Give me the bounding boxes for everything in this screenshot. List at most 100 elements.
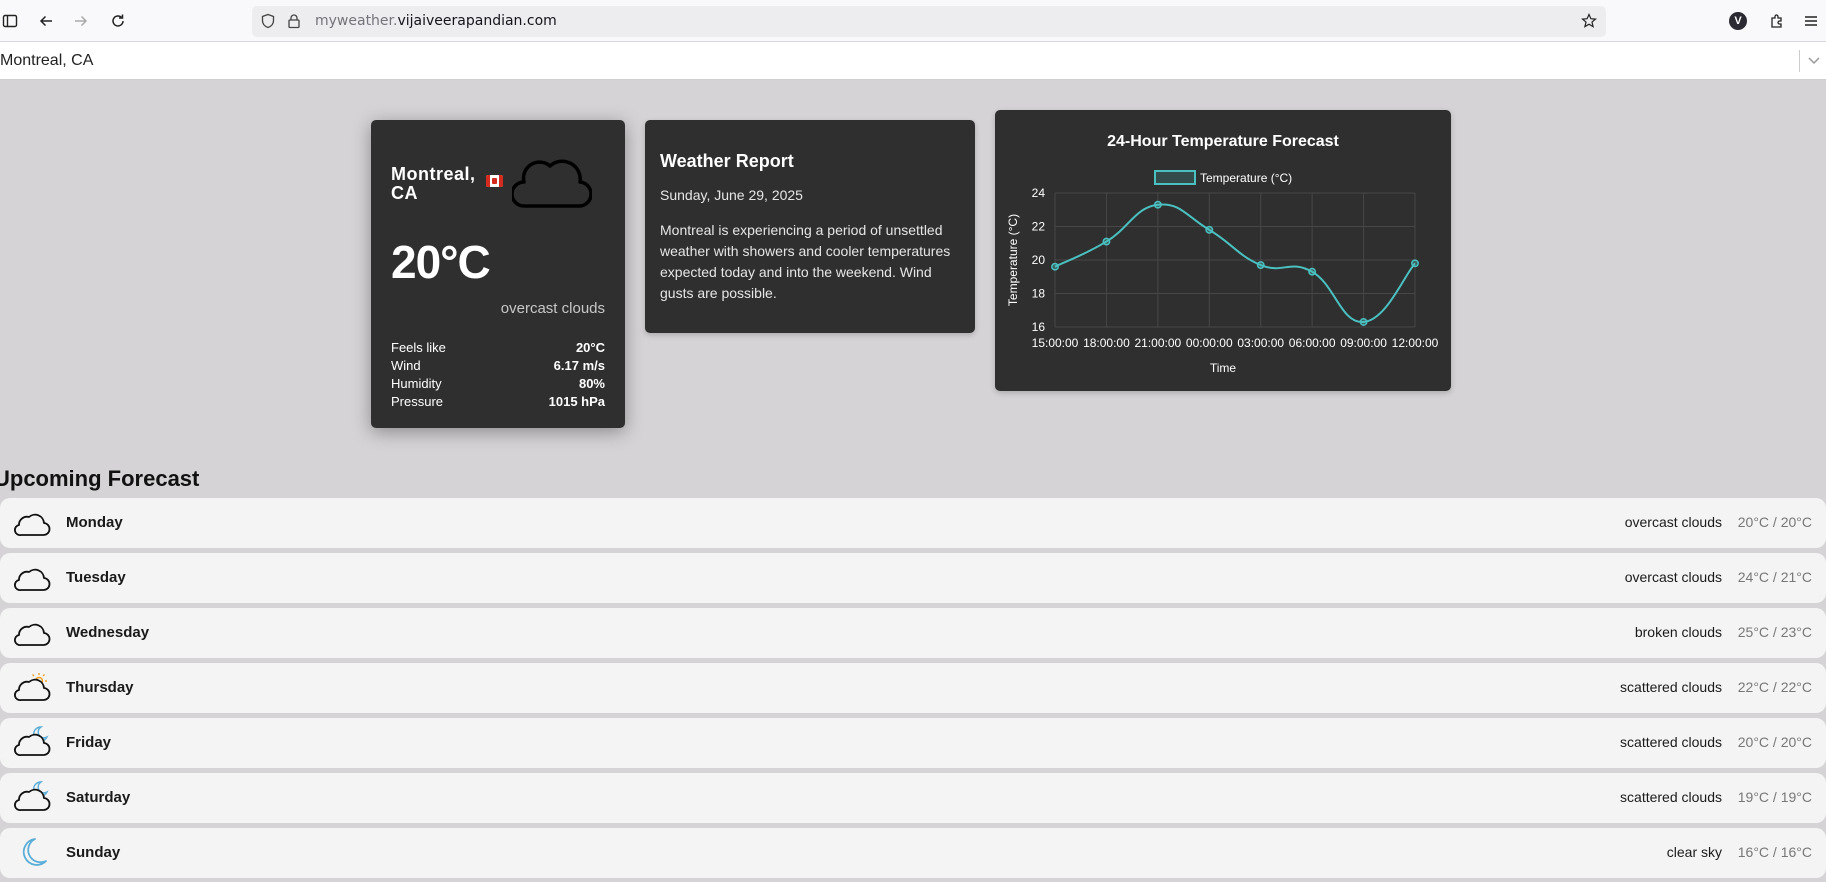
forecast-row-thursday[interactable]: Thursday scattered clouds 22°C / 22°C [0, 663, 1826, 713]
reload-icon[interactable] [106, 9, 130, 33]
forecast-day: Sunday [66, 844, 121, 861]
cloud-icon [13, 559, 51, 597]
stat-feels-like: Feels like 20°C [391, 340, 605, 358]
stat-value: 1015 hPa [548, 394, 605, 409]
data-point [1051, 262, 1059, 271]
stat-wind: Wind 6.17 m/s [391, 358, 605, 376]
current-city: Montreal, CA [391, 165, 491, 203]
stat-humidity: Humidity 80% [391, 376, 605, 394]
moon-icon [13, 834, 51, 872]
select-separator [1799, 50, 1800, 72]
menu-icon[interactable] [1799, 9, 1823, 33]
data-point [1308, 267, 1317, 276]
stat-label: Pressure [391, 394, 444, 409]
cloud-icon [13, 614, 51, 652]
canada-flag-icon [486, 175, 503, 187]
report-date: Sunday, June 29, 2025 [660, 187, 803, 203]
series-line [1054, 203, 1416, 323]
y-tick-label: 24 [1032, 186, 1046, 200]
legend-swatch [1154, 170, 1196, 185]
forecast-condition: scattered clouds [1620, 679, 1722, 695]
url-text: myweather.vijaiveerapandian.com [315, 13, 557, 29]
sidebar-toggle-icon[interactable] [0, 9, 22, 33]
forecast-day: Monday [66, 514, 123, 531]
cloud-icon [13, 504, 51, 542]
forecast-condition: scattered clouds [1620, 734, 1722, 750]
forecast-condition: clear sky [1666, 844, 1722, 860]
current-temperature: 20°C [391, 236, 491, 288]
extensions-icon[interactable] [1765, 9, 1789, 33]
forecast-condition: overcast clouds [1624, 514, 1722, 530]
data-point [1102, 237, 1111, 246]
forecast-temp-range: 24°C / 21°C [1737, 569, 1812, 585]
current-weather-card: Montreal, CA 20°C overcast clouds Feels … [371, 120, 625, 428]
forecast-temp-range: 22°C / 22°C [1737, 679, 1812, 695]
forecast-temp-range: 20°C / 20°C [1737, 734, 1812, 750]
data-point [1359, 318, 1368, 326]
report-title: Weather Report [660, 151, 794, 171]
forecast-condition: scattered clouds [1620, 789, 1722, 805]
legend-label: Temperature (°C) [1200, 171, 1292, 185]
temperature-chart-card: 24-Hour Temperature Forecast Temperature … [995, 110, 1451, 391]
forecast-temp-range: 19°C / 19°C [1737, 789, 1812, 805]
forecast-row-wednesday[interactable]: Wednesday broken clouds 25°C / 23°C [0, 608, 1826, 658]
data-point [1256, 261, 1265, 269]
y-tick-label: 20 [1032, 253, 1046, 267]
forecast-day: Tuesday [66, 569, 126, 586]
profile-avatar[interactable]: V [1729, 12, 1747, 30]
upcoming-forecast-title: Upcoming Forecast [0, 466, 200, 491]
x-tick-label: 18:00:00 [1083, 336, 1130, 350]
forecast-row-sunday[interactable]: Sunday clear sky 16°C / 16°C [0, 828, 1826, 878]
forecast-row-saturday[interactable]: Saturday scattered clouds 19°C / 19°C [0, 773, 1826, 823]
url-bar[interactable]: myweather.vijaiveerapandian.com [252, 6, 1606, 37]
forward-icon[interactable] [69, 9, 93, 33]
data-point [1205, 225, 1214, 234]
x-tick-label: 21:00:00 [1134, 336, 1181, 350]
forecast-day: Wednesday [66, 624, 150, 641]
forecast-row-tuesday[interactable]: Tuesday overcast clouds 24°C / 21°C [0, 553, 1826, 603]
cloud-moon-icon [13, 724, 51, 762]
lock-icon[interactable] [282, 9, 306, 33]
x-tick-label: 03:00:00 [1237, 336, 1284, 350]
forecast-day: Thursday [66, 679, 134, 696]
x-tick-label: 09:00:00 [1340, 336, 1387, 350]
data-point [1411, 259, 1419, 268]
stat-label: Feels like [391, 340, 446, 355]
chart-title: 24-Hour Temperature Forecast [1107, 133, 1339, 150]
forecast-condition: overcast clouds [1624, 569, 1722, 585]
x-tick-label: 12:00:00 [1392, 336, 1439, 350]
forecast-temp-range: 16°C / 16°C [1737, 844, 1812, 860]
stat-value: 6.17 m/s [553, 358, 605, 373]
cloud-icon [510, 156, 593, 215]
shield-icon[interactable] [256, 9, 280, 33]
cloud-moon-icon [13, 779, 51, 817]
forecast-row-friday[interactable]: Friday scattered clouds 20°C / 20°C [0, 718, 1826, 768]
y-tick-label: 16 [1032, 320, 1046, 334]
y-axis-label: Temperature (°C) [1006, 214, 1020, 306]
forecast-condition: broken clouds [1634, 624, 1722, 640]
stat-label: Wind [391, 358, 421, 373]
current-description: overcast clouds [500, 300, 605, 317]
y-tick-label: 22 [1032, 220, 1046, 234]
forecast-row-monday[interactable]: Monday overcast clouds 20°C / 20°C [0, 498, 1826, 548]
forecast-temp-range: 25°C / 23°C [1737, 624, 1812, 640]
x-tick-label: 15:00:00 [1032, 336, 1079, 350]
report-body: Montreal is experiencing a period of uns… [660, 222, 951, 301]
stat-pressure: Pressure 1015 hPa [391, 394, 605, 412]
y-tick-label: 18 [1032, 287, 1046, 301]
x-axis-label: Time [1210, 361, 1237, 375]
url-subdomain: myweather. [315, 13, 398, 29]
bookmark-star-icon[interactable] [1577, 9, 1601, 33]
forecast-day: Saturday [66, 789, 131, 806]
stat-label: Humidity [391, 376, 442, 391]
forecast-temp-range: 20°C / 20°C [1737, 514, 1812, 530]
weather-report-card: Weather Report Sunday, June 29, 2025 Mon… [645, 120, 975, 333]
current-stats: Feels like 20°C Wind 6.17 m/s Humidity 80% … [391, 340, 605, 412]
location-select[interactable]: Montreal, CA [0, 42, 1826, 80]
stat-value: 20°C [575, 340, 605, 355]
forecast-day: Friday [66, 734, 112, 751]
back-icon[interactable] [34, 9, 58, 33]
chevron-down-icon[interactable] [1806, 52, 1822, 73]
data-point [1153, 200, 1162, 209]
x-tick-label: 06:00:00 [1289, 336, 1336, 350]
